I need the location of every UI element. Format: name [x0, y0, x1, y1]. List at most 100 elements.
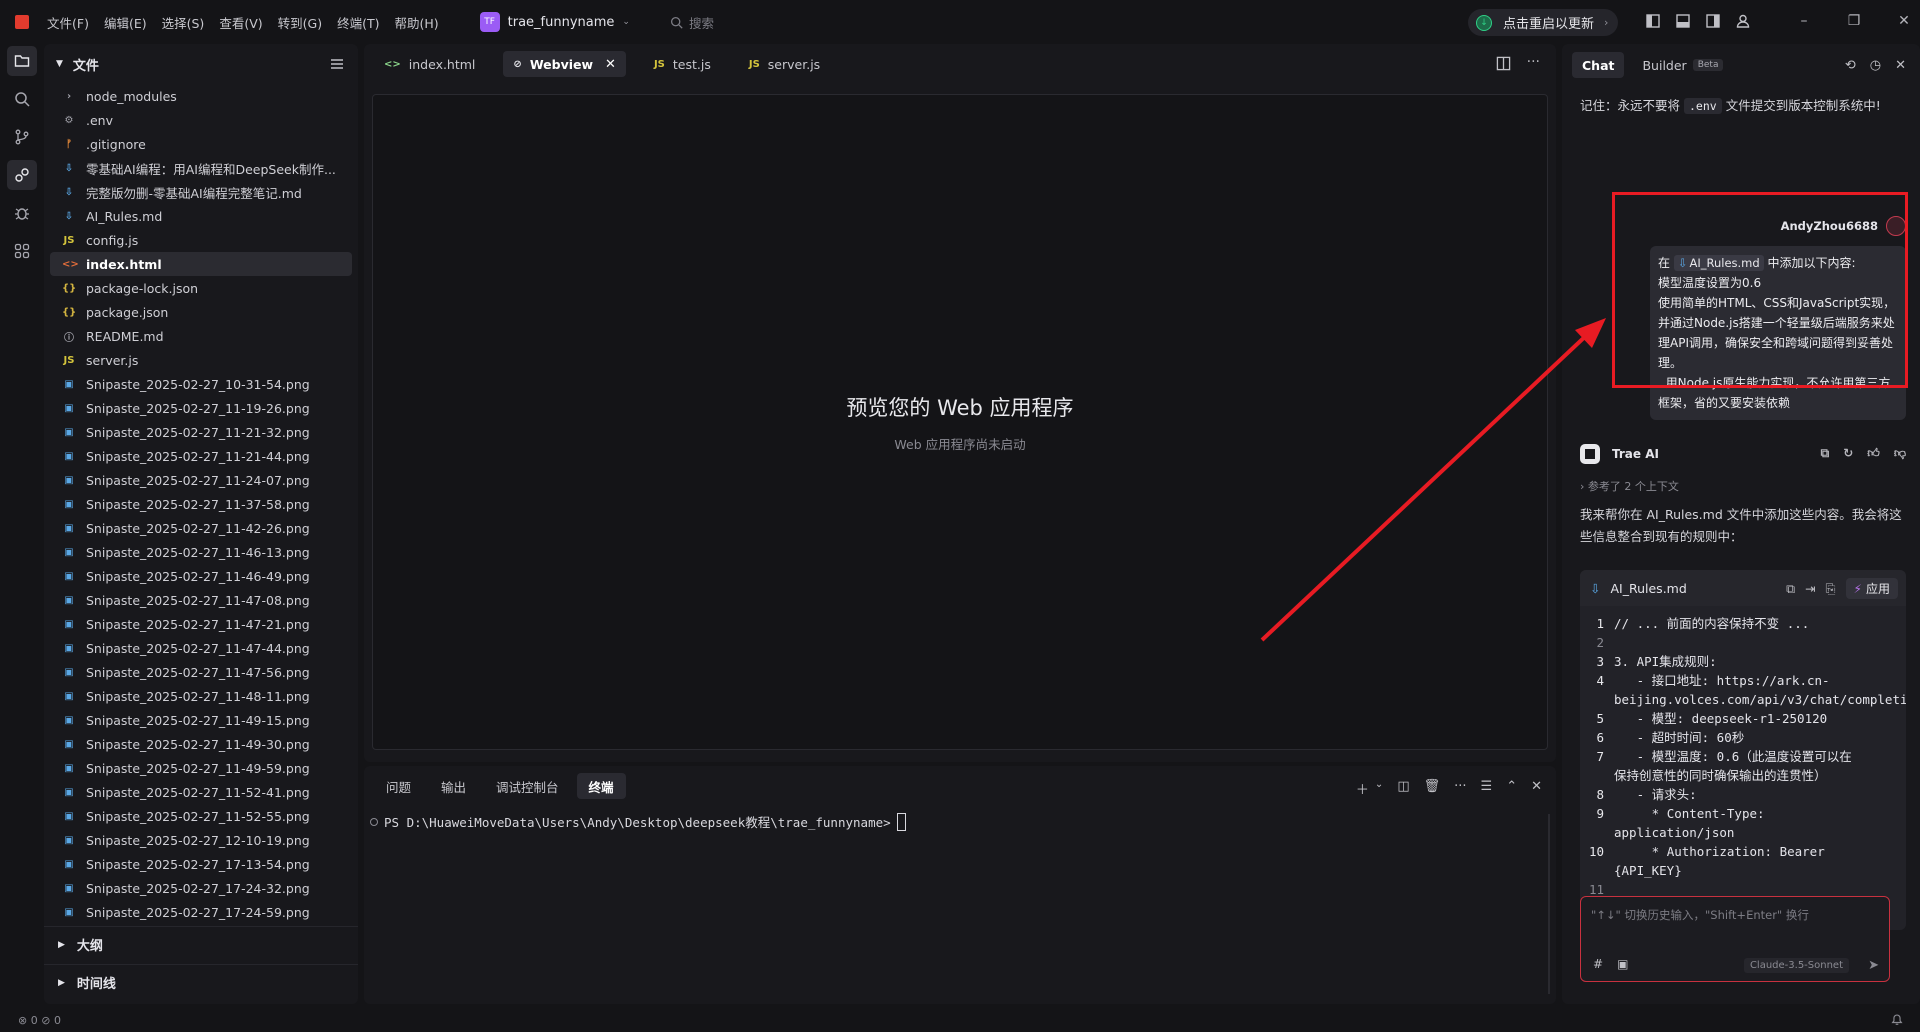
menu-help[interactable]: 帮助(H)	[394, 13, 438, 32]
close-panel-icon[interactable]: ✕	[1531, 779, 1542, 798]
file-tree-item[interactable]: ⚙ .env	[50, 108, 352, 132]
tab-problems[interactable]: 问题	[374, 773, 423, 799]
extensions-icon[interactable]	[7, 236, 37, 266]
settings-icon[interactable]: ☰	[1481, 779, 1493, 798]
file-tree-item[interactable]: ▣ Snipaste_2025-02-27_11-21-44.png	[50, 444, 352, 468]
file-tree-item[interactable]: ▣ Snipaste_2025-02-27_11-49-30.png	[50, 732, 352, 756]
file-tree-item[interactable]: ▣ Snipaste_2025-02-27_11-47-44.png	[50, 636, 352, 660]
warning-count[interactable]: 0	[54, 1014, 61, 1027]
tab-test-js[interactable]: JS test.js	[644, 51, 721, 77]
file-tree-item[interactable]: › node_modules	[50, 84, 352, 108]
trash-icon[interactable]: 🗑	[1424, 779, 1441, 798]
menu-file[interactable]: 文件(F)	[47, 13, 89, 32]
close-icon[interactable]: ✕	[1895, 58, 1906, 73]
thumbs-up-icon[interactable]: 👍︎	[1867, 446, 1880, 461]
menu-terminal[interactable]: 终端(T)	[337, 13, 379, 32]
more-actions-icon[interactable]: ···	[1454, 779, 1466, 798]
terminal-output[interactable]: PS D:\HuaweiMoveData\Users\Andy\Desktop\…	[370, 812, 906, 831]
toggle-panel-icon[interactable]	[1675, 13, 1691, 29]
terminal-scrollbar[interactable]	[1548, 814, 1550, 994]
tab-index-html[interactable]: <> index.html	[374, 51, 485, 77]
file-tree-item[interactable]: ▣ Snipaste_2025-02-27_10-31-54.png	[50, 372, 352, 396]
close-tab-icon[interactable]: ✕	[605, 57, 616, 72]
send-icon[interactable]: ➤	[1868, 958, 1879, 973]
file-tree-item[interactable]: ▣ Snipaste_2025-02-27_11-37-58.png	[50, 492, 352, 516]
history-icon[interactable]: ◷	[1870, 58, 1881, 73]
apply-button[interactable]: ⚡ 应用	[1845, 578, 1898, 599]
maximize-panel-icon[interactable]: ⌃	[1506, 779, 1517, 798]
file-tree-item[interactable]: ▣ Snipaste_2025-02-27_11-49-59.png	[50, 756, 352, 780]
thumbs-down-icon[interactable]: 👎︎	[1894, 446, 1906, 461]
file-tree-item[interactable]: ▣ Snipaste_2025-02-27_11-21-32.png	[50, 420, 352, 444]
menu-select[interactable]: 选择(S)	[162, 13, 205, 32]
close-window-icon[interactable]: ✕	[1879, 13, 1920, 29]
new-chat-icon[interactable]: ⟲	[1845, 58, 1856, 73]
debug-icon[interactable]	[7, 198, 37, 228]
source-control-icon[interactable]	[7, 122, 37, 152]
tab-builder[interactable]: Builder Beta	[1632, 52, 1733, 78]
restore-icon[interactable]: ❐	[1829, 13, 1879, 29]
explorer-icon[interactable]	[7, 46, 37, 76]
file-tree-item[interactable]: {} package-lock.json	[50, 276, 352, 300]
chat-input[interactable]: "↑↓" 切换历史输入，"Shift+Enter" 换行 # ▣ Claude-…	[1580, 896, 1890, 982]
minimize-icon[interactable]: –	[1779, 13, 1829, 29]
file-tree-item[interactable]: ▣ Snipaste_2025-02-27_11-47-21.png	[50, 612, 352, 636]
file-tree-item[interactable]: ⇩ 完整版勿删-零基础AI编程完整笔记.md	[50, 180, 352, 204]
menu-view[interactable]: 查看(V)	[219, 13, 262, 32]
file-tree-item[interactable]: ▣ Snipaste_2025-02-27_11-47-56.png	[50, 660, 352, 684]
menu-edit[interactable]: 编辑(E)	[104, 13, 147, 32]
file-tree-item[interactable]: ▣ Snipaste_2025-02-27_11-46-49.png	[50, 564, 352, 588]
file-tree-item[interactable]: ▣ Snipaste_2025-02-27_11-52-55.png	[50, 804, 352, 828]
file-tree-item[interactable]: ▣ Snipaste_2025-02-27_17-13-54.png	[50, 852, 352, 876]
context-reference[interactable]: › 参考了 2 个上下文	[1580, 478, 1679, 494]
timeline-section[interactable]: ▶ 时间线	[44, 964, 358, 1000]
split-editor-icon[interactable]	[1496, 56, 1511, 71]
diff-icon[interactable]: ⎘	[1826, 581, 1836, 597]
tab-server-js[interactable]: JS server.js	[739, 51, 830, 77]
file-tree-item[interactable]: ▣ Snipaste_2025-02-27_11-48-11.png	[50, 684, 352, 708]
model-selector[interactable]: Claude-3.5-Sonnet	[1743, 958, 1849, 973]
bell-icon[interactable]	[1890, 1012, 1904, 1026]
file-tree-item[interactable]: ▣ Snipaste_2025-02-27_17-24-59.png	[50, 900, 352, 924]
file-tree-item[interactable]: ⇩ AI_Rules.md	[50, 204, 352, 228]
copy-icon[interactable]: ⧉	[1786, 581, 1795, 597]
search-box[interactable]: 搜索	[670, 13, 714, 32]
menu-goto[interactable]: 转到(G)	[278, 13, 322, 32]
account-icon[interactable]	[1735, 13, 1751, 29]
tab-terminal[interactable]: 终端	[576, 773, 626, 799]
new-terminal-icon[interactable]: ＋	[1356, 779, 1369, 798]
search-icon[interactable]	[7, 84, 37, 114]
insert-icon[interactable]: ⇥	[1805, 581, 1815, 596]
hash-icon[interactable]: #	[1593, 957, 1603, 971]
file-tree-item[interactable]: ▣ Snipaste_2025-02-27_11-42-26.png	[50, 516, 352, 540]
file-tree-item[interactable]: ▣ Snipaste_2025-02-27_11-47-08.png	[50, 588, 352, 612]
regenerate-icon[interactable]: ↻	[1843, 446, 1853, 461]
file-tree-item[interactable]: ▣ Snipaste_2025-02-27_11-49-15.png	[50, 708, 352, 732]
toggle-sidebar-icon[interactable]	[1645, 13, 1661, 29]
error-count[interactable]: 0	[31, 1014, 38, 1027]
file-tree-item[interactable]: ▣ Snipaste_2025-02-27_12-10-19.png	[50, 828, 352, 852]
remote-icon[interactable]	[7, 160, 37, 190]
file-tree-item[interactable]: <> index.html	[50, 252, 352, 276]
split-terminal-icon[interactable]: ◫	[1397, 779, 1409, 798]
project-switcher[interactable]: TF trae_funnyname ⌄	[479, 12, 630, 32]
explorer-header[interactable]: ▼ 文件	[44, 44, 358, 84]
file-tree-item[interactable]: ⓘ README.md	[50, 324, 352, 348]
file-tree-item[interactable]: ▣ Snipaste_2025-02-27_11-46-13.png	[50, 540, 352, 564]
restart-update-button[interactable]: ↓ 点击重启以更新 ›	[1468, 9, 1618, 36]
chevron-down-icon[interactable]: ⌄	[1375, 779, 1383, 798]
explorer-menu-icon[interactable]	[330, 58, 344, 70]
file-tree-item[interactable]: ▣ Snipaste_2025-02-27_11-24-07.png	[50, 468, 352, 492]
copy-icon[interactable]: ⧉	[1821, 446, 1830, 461]
file-tree-item[interactable]: ⇩ 零基础AI编程：用AI编程和DeepSeek制作...	[50, 156, 352, 180]
file-tree-item[interactable]: ▣ Snipaste_2025-02-27_11-52-41.png	[50, 780, 352, 804]
file-tree-item[interactable]: ᚠ .gitignore	[50, 132, 352, 156]
tab-webview[interactable]: ⊘ Webview ✕	[503, 51, 626, 77]
file-tree-item[interactable]: JS config.js	[50, 228, 352, 252]
outline-section[interactable]: ▶ 大纲	[44, 926, 358, 962]
image-icon[interactable]: ▣	[1617, 957, 1628, 971]
file-tree-item[interactable]: JS server.js	[50, 348, 352, 372]
tab-output[interactable]: 输出	[429, 773, 478, 799]
file-tree-item[interactable]: ▣ Snipaste_2025-02-27_11-19-26.png	[50, 396, 352, 420]
warning-icon[interactable]: ⊘	[41, 1014, 50, 1027]
